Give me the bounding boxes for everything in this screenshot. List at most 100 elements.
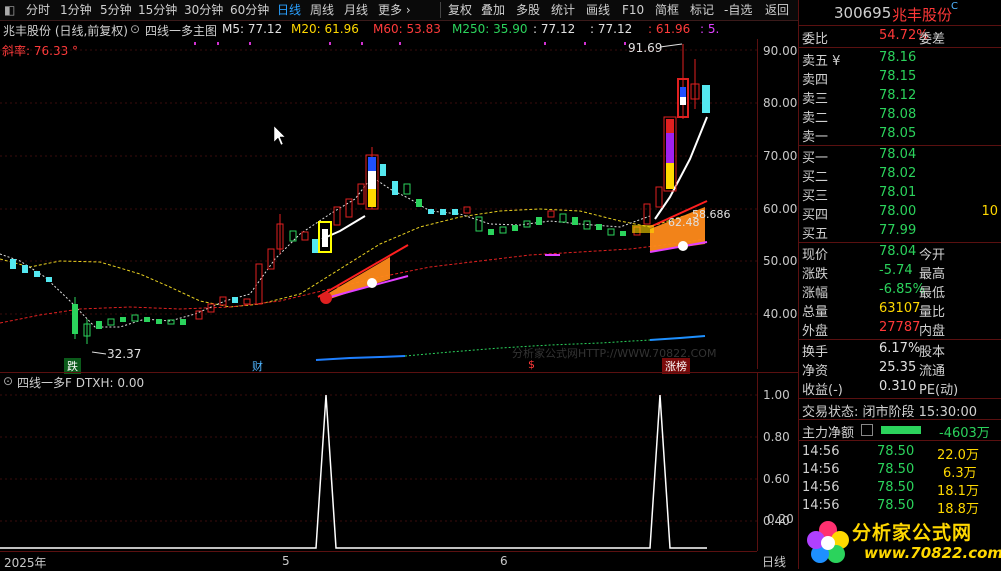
simple-frame-button[interactable]: 简框 [655,2,679,18]
layout-icon[interactable]: ◧ [4,2,15,18]
line-value-3: : 61.96 [648,22,691,36]
buy-row[interactable]: 买二 78.02 [799,165,1001,185]
indicator-dropdown-icon[interactable]: ⊙ [130,22,140,36]
mouse-cursor-icon [273,125,286,146]
logo-title: 分析家公式网 [852,522,973,544]
tab-60min[interactable]: 60分钟 [230,2,269,18]
statistics-button[interactable]: 统计 [551,2,575,18]
back-button[interactable]: 返回 [765,2,789,18]
tick-row: 14:56 78.50 18.1万 [799,479,1001,499]
net-flow-value: -4603万 [939,426,990,441]
weicha-label: 委差 [919,32,946,47]
sell-row[interactable]: 卖二 78.08 [799,106,1001,126]
stat-row: 收益(-) 0.310 PE(动) [799,378,1001,398]
draw-line-button[interactable]: 画线 [586,2,610,18]
sub-indicator-bar: ⊙ 四线一多F DTXH: 0.00 [0,374,757,390]
multi-stock-button[interactable]: 多股 [516,2,540,18]
stat-label: 净资 [802,364,829,379]
buy-marker-icon [320,292,332,304]
stat-label-2: 最低 [919,286,946,301]
table-icon[interactable] [861,424,873,436]
tab-weekly[interactable]: 周线 [310,2,334,18]
tab-5min[interactable]: 5分钟 [100,2,132,18]
remove-watchlist-button[interactable]: -自选 [724,2,752,18]
tab-30min[interactable]: 30分钟 [184,2,223,18]
stat-row: 现价 78.04 今开 [799,243,1001,263]
signal-subchart[interactable] [0,390,757,550]
event-tag-dollar[interactable]: $ [526,358,537,371]
ma250-line [315,355,406,361]
sell-price: 78.15 [879,69,917,84]
f10-button[interactable]: F10 [622,2,644,18]
tick-time: 14:56 [802,444,840,459]
sell-row[interactable]: 卖四 78.15 [799,68,1001,88]
tick-row: 14:56 78.50 6.3万 [799,461,1001,481]
sub-indicator-dropdown-icon[interactable]: ⊙ [3,374,13,388]
signal-wedge-1 [322,257,390,299]
buy-row[interactable]: 买五 77.99 [799,222,1001,242]
signal-marks-top [194,42,626,45]
tab-1min[interactable]: 1分钟 [60,2,92,18]
tick-price: 78.50 [877,462,915,477]
price-tick: 40.00 [763,307,798,321]
time-axis: 2025年 5 6 [0,551,757,570]
tab-intraday[interactable]: 分时 [26,2,50,18]
more-menu[interactable]: 更多 › [378,2,411,18]
restore-rights-button[interactable]: 复权 [448,2,472,18]
buy-row[interactable]: 买三 78.01 [799,184,1001,204]
ma250-value: M250: 35.90 [452,22,528,36]
time-label-june: 6 [500,554,508,568]
candlestick-chart[interactable]: 91.69 32.37 62.48 58.686 分析家公式网HTTP://WW… [0,39,757,369]
buy-row[interactable]: 买一 78.04 [799,146,1001,166]
buy-price: 78.02 [879,166,917,181]
mark-button[interactable]: 标记 [690,2,714,18]
time-label-year: 2025年 [4,556,47,570]
line-value-4: : 5. [700,22,720,36]
stat-label-2: 今开 [919,248,946,263]
stat-row: 净资 25.35 流通 [799,359,1001,379]
signal-tick: 0.60 [763,472,790,486]
signal-tick: 1.00 [763,388,790,402]
price-tick: 90.00 [763,44,798,58]
tab-monthly[interactable]: 月线 [344,2,368,18]
buy-row[interactable]: 买四 78.00 10 [799,203,1001,223]
buy-label: 买一 [802,151,829,166]
trend-line-1 [321,215,366,240]
quote-panel: 300695 兆丰股份 C 委比 54.72% 委差 卖五 ¥ 78.16 卖四 7… [798,0,1001,569]
stat-label-2: 量比 [919,305,946,320]
site-logo: 分析家公式网 www.70822.com [800,514,1001,568]
stat-value: 6.17% [879,341,921,356]
flower-logo-icon [807,521,849,563]
price-axis: 90.00 80.00 70.00 60.00 50.00 40.00 [757,39,799,369]
buy-label: 买四 [802,208,829,223]
sell-price: 78.05 [879,126,917,141]
tab-15min[interactable]: 15分钟 [138,2,177,18]
sell-row[interactable]: 卖三 78.12 [799,87,1001,107]
period-label[interactable]: 日线 [762,553,786,570]
sell-row[interactable]: 卖五 ¥ 78.16 [799,49,1001,69]
sell-price: 78.12 [879,88,917,103]
stat-label: 涨幅 [802,286,829,301]
stat-label-2: 股本 [919,345,946,360]
ma20-value: M20: 61.96 [291,22,359,36]
tick-time: 14:56 [802,480,840,495]
buy-price: 77.99 [879,223,917,238]
price-tick: 60.00 [763,202,798,216]
tab-daily[interactable]: 日线 [277,2,301,18]
sub-indicator-title[interactable]: 四线一多F DTXH: 0.00 [17,374,144,391]
sell-price: 78.16 [879,50,917,65]
stat-value: 78.04 [879,244,917,259]
stock-title: 兆丰股份 (日线,前复权) [3,24,128,38]
sell-row[interactable]: 卖一 78.05 [799,125,1001,145]
tick-row: 14:56 78.50 18.8万 [799,497,1001,517]
stat-value: -5.74 [879,263,913,278]
stock-code: 300695 [834,4,892,22]
signal-tick: 0.80 [763,430,790,444]
net-flow-bar [881,426,921,434]
indicator-name[interactable]: 四线一多主图 [145,22,217,39]
stat-row: 涨幅 -6.85% 最低 [799,281,1001,301]
stock-name[interactable]: 兆丰股份 [892,4,952,25]
pane-divider[interactable] [0,372,798,373]
overlay-button[interactable]: 叠加 [481,2,505,18]
stat-label: 现价 [802,248,829,263]
